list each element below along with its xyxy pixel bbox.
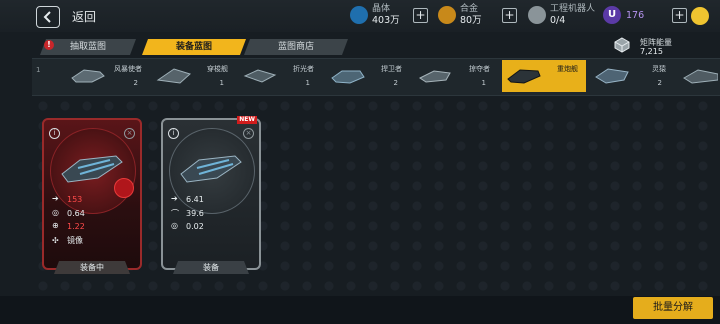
category-count: 1	[481, 79, 486, 87]
crystal-resource: 晶体 403万	[372, 4, 400, 26]
crystal-label: 晶体	[372, 4, 391, 14]
stat-radar: ⌒ 39.6	[171, 208, 204, 219]
category-count: 1	[305, 79, 310, 87]
category-storm-envoy[interactable]: 风暴使者 2	[66, 60, 150, 92]
category-label: 灵猿	[652, 65, 666, 73]
arrow-right-icon: ➔	[52, 194, 59, 203]
category-plunderer[interactable]: 掠夺者 1	[414, 60, 498, 92]
chevron-left-icon	[43, 11, 51, 23]
strip-left-count: 1	[36, 66, 41, 74]
category-label: 风暴使者	[114, 65, 142, 73]
target-icon: ◎	[171, 221, 178, 230]
crosshair-icon: ⊕	[52, 221, 59, 230]
category-label: 捍卫者	[381, 65, 402, 73]
stat-value: 153	[67, 194, 83, 204]
blueprint-card-new[interactable]: NEW i × ➔ 6.41 ⌒ 39.6 ◎ 0.02 装备	[161, 116, 261, 270]
stat-attack: ➔ 6.41	[171, 194, 204, 204]
stat-attack: ➔ 153	[52, 194, 82, 204]
category-heavy-gunship[interactable]: 重炮舰	[502, 60, 586, 92]
tab-blueprint-shop[interactable]: 蓝图商店	[244, 39, 348, 55]
ship-icon	[331, 70, 365, 84]
info-icon[interactable]: i	[49, 128, 60, 139]
category-count: 2	[133, 79, 138, 87]
batch-dismantle-button[interactable]: 批量分解	[633, 297, 713, 319]
ship-icon	[71, 69, 105, 83]
matrix-energy-value: 7,215	[640, 47, 663, 56]
stat-value: 6.41	[186, 194, 204, 204]
add-crystal-button[interactable]: +	[413, 8, 428, 23]
stat-value: 0.02	[186, 221, 204, 231]
robot-resource: 工程机器人 0/4	[550, 4, 595, 26]
target-icon: ◎	[52, 208, 59, 217]
arrow-right-icon: ➔	[171, 194, 178, 203]
category-count: 2	[657, 79, 662, 87]
ship-icon	[683, 69, 718, 84]
category-label: 重炮舰	[557, 65, 578, 73]
category-label: 穿梭舰	[207, 65, 228, 73]
tab-equip-blueprint[interactable]: 装备蓝图	[142, 39, 246, 55]
category-spirit-ape[interactable]: 灵猿 2	[590, 60, 674, 92]
category-refractor[interactable]: 折光者 1	[238, 60, 322, 92]
crystal-icon	[350, 6, 368, 24]
ship-icon	[595, 68, 629, 84]
stat-crit: ⊕ 1.22	[52, 221, 85, 231]
back-label[interactable]: 返回	[72, 8, 96, 25]
robot-value: 0/4	[550, 15, 566, 26]
stat-value: 1.22	[67, 221, 85, 231]
back-button[interactable]	[36, 6, 60, 28]
ship-icon	[156, 68, 191, 84]
alloy-resource: 合金 80万	[460, 4, 482, 26]
ship-icon	[419, 70, 451, 83]
ship-icon	[507, 69, 541, 84]
shop-cart-icon[interactable]	[691, 7, 709, 25]
stat-rate: ◎ 0.02	[171, 221, 204, 231]
bottom-band	[0, 296, 720, 324]
category-label: 掠夺者	[469, 65, 490, 73]
blueprint-card-equipped[interactable]: i × ➔ 153 ◎ 0.64 ⊕ 1.22 ✣ 镜像 装备中	[42, 118, 142, 270]
heavy-cannon-icon	[180, 155, 242, 183]
ship-icon	[243, 69, 277, 83]
u-currency-icon: U	[603, 6, 621, 24]
matrix-cube-icon	[614, 37, 630, 53]
u-currency-value: 176	[626, 10, 645, 21]
stat-value: 镜像	[67, 236, 83, 245]
info-icon[interactable]: i	[168, 128, 179, 139]
stat-special: ✣ 镜像	[52, 235, 83, 246]
category-defender[interactable]: 捍卫者 2	[326, 60, 410, 92]
category-shuttle[interactable]: 穿梭舰 1	[152, 60, 236, 92]
new-badge: NEW	[237, 116, 257, 124]
category-partial[interactable]	[678, 60, 720, 92]
tab-draw-blueprint[interactable]: 抽取蓝图	[40, 39, 136, 55]
stat-rate: ◎ 0.64	[52, 208, 85, 218]
radar-icon: ⌒	[171, 209, 179, 218]
robot-icon	[528, 6, 546, 24]
crystal-value: 403万	[372, 15, 400, 26]
category-count: 2	[393, 79, 398, 87]
equipped-button[interactable]: 装备中	[54, 261, 130, 274]
category-count: 1	[219, 79, 224, 87]
close-icon[interactable]: ×	[243, 128, 254, 139]
stat-value: 0.64	[67, 208, 85, 218]
rank-chevron-icon	[114, 178, 134, 198]
alloy-icon	[438, 6, 456, 24]
add-alloy-button[interactable]: +	[502, 8, 517, 23]
robot-label: 工程机器人	[550, 4, 596, 14]
alloy-value: 80万	[460, 15, 482, 26]
tab-alert-badge: !	[44, 40, 54, 50]
equip-button[interactable]: 装备	[173, 261, 249, 274]
category-label: 折光者	[293, 65, 314, 73]
close-icon[interactable]: ×	[124, 128, 135, 139]
alloy-label: 合金	[460, 4, 479, 14]
mirror-icon: ✣	[52, 235, 59, 245]
stat-value: 39.6	[186, 208, 204, 218]
add-u-currency-button[interactable]: +	[672, 8, 687, 23]
